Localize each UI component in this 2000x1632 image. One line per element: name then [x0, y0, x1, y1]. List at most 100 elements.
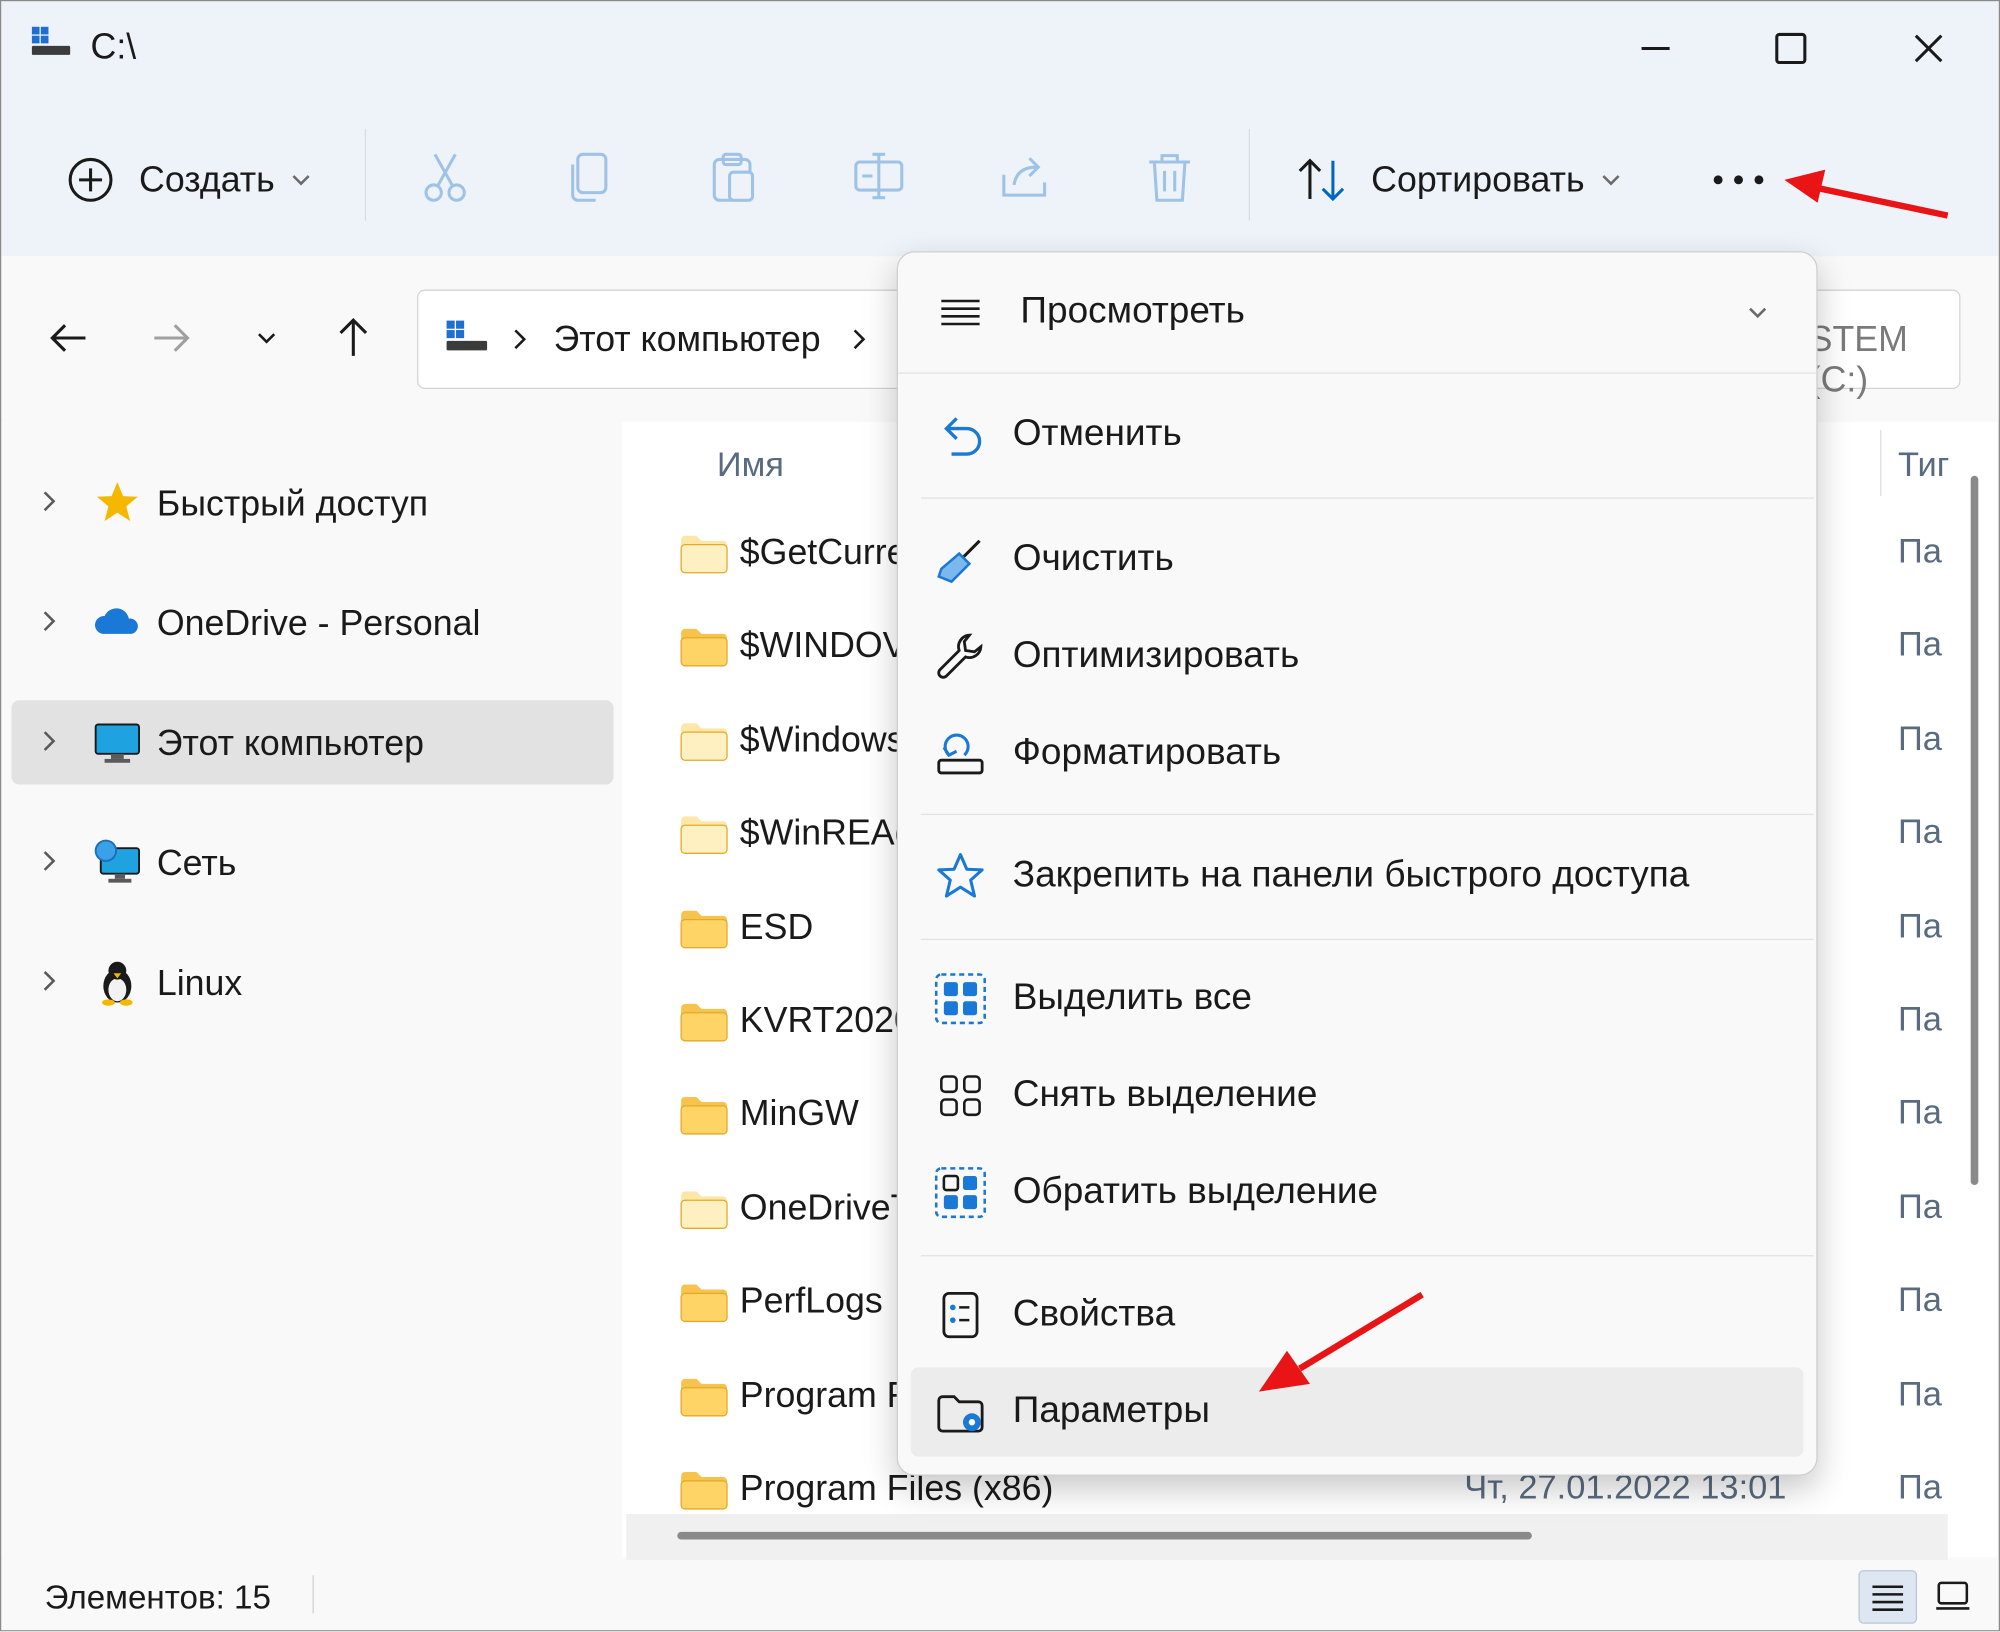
up-button[interactable]: [325, 310, 381, 366]
see-more-button[interactable]: [1705, 154, 1771, 205]
menu-divider: [920, 813, 1814, 816]
create-button[interactable]: Создать: [65, 149, 318, 210]
navigation-pane: Быстрый доступ OneDrive - Personal Этот …: [1, 422, 622, 1558]
copy-icon: [571, 152, 608, 202]
menu-item-optimize[interactable]: Оптимизировать: [911, 612, 1804, 701]
file-name: ESD: [739, 906, 814, 946]
minimize-icon: [1641, 46, 1670, 50]
folder-icon: [680, 1284, 728, 1323]
tiles-view-button[interactable]: [1925, 1570, 1981, 1621]
menu-item-undo[interactable]: Отменить: [911, 390, 1804, 479]
horizontal-scrollbar-thumb[interactable]: [677, 1531, 1532, 1540]
sort-button[interactable]: Сортировать: [1295, 149, 1628, 210]
network-icon: [94, 839, 140, 883]
sort-icon: [1298, 158, 1345, 202]
menu-item-invert-selection[interactable]: Обратить выделение: [911, 1148, 1804, 1237]
breadcrumb-drive[interactable]: STEM (C:): [1809, 319, 1960, 401]
horizontal-scrollbar[interactable]: [626, 1514, 1948, 1560]
sidebar-item-quick-access[interactable]: Быстрый доступ: [11, 460, 613, 544]
column-divider: [1880, 429, 1882, 497]
chevron-right-icon: [43, 491, 56, 512]
star-icon: [96, 482, 138, 522]
sidebar-item-label: Быстрый доступ: [156, 483, 429, 523]
menu-item-label: Свойства: [1012, 1293, 1176, 1335]
menu-item-properties[interactable]: Свойства: [911, 1270, 1804, 1359]
undo-icon: [944, 417, 982, 456]
forward-button[interactable]: [144, 310, 200, 366]
rename-icon: [854, 152, 904, 200]
folder-options-icon: [937, 1395, 984, 1433]
copy-button[interactable]: [562, 149, 618, 205]
menu-item-select-none[interactable]: Снять выделение: [911, 1051, 1804, 1140]
delete-button[interactable]: [1142, 149, 1198, 205]
folder-icon: [680, 1003, 728, 1042]
tiles-view-icon: [1936, 1581, 1970, 1610]
cut-button[interactable]: [417, 149, 473, 205]
menu-item-cleanup[interactable]: Очистить: [911, 515, 1804, 604]
cloud-icon: [95, 608, 138, 634]
chevron-down-icon: [1749, 307, 1767, 319]
vertical-scrollbar-thumb[interactable]: [1970, 475, 1979, 1185]
sidebar-item-network[interactable]: Сеть: [11, 820, 613, 904]
add-circle-icon: [68, 157, 113, 202]
file-type: Па: [1897, 1468, 1942, 1507]
sidebar-item-onedrive[interactable]: OneDrive - Personal: [11, 580, 613, 664]
minimize-button[interactable]: [1626, 19, 1685, 78]
toolbar-divider: [1248, 128, 1250, 221]
sidebar-item-label: Linux: [156, 963, 243, 1003]
breadcrumb-this-pc[interactable]: Этот компьютер: [554, 319, 821, 360]
file-type: Па: [1897, 812, 1942, 852]
arrow-right-icon: [154, 324, 190, 352]
rename-button[interactable]: [851, 149, 907, 205]
file-type: Па: [1897, 531, 1942, 571]
folder-icon: [680, 1097, 728, 1136]
details-view-icon: [1872, 1585, 1904, 1611]
menu-item-format[interactable]: Форматировать: [911, 709, 1804, 798]
menu-item-select-all[interactable]: Выделить все: [911, 954, 1804, 1043]
broom-icon: [937, 539, 981, 584]
screenshot-stage: C:\ Создать Сортировать Этот компьютер S…: [0, 0, 2000, 1632]
back-button[interactable]: [40, 310, 96, 366]
file-name: OneDriveT: [739, 1187, 913, 1227]
properties-icon: [942, 1291, 979, 1339]
recent-locations-button[interactable]: [239, 310, 295, 366]
file-name: $Windows: [739, 719, 905, 759]
paste-button[interactable]: [707, 149, 763, 205]
maximize-button[interactable]: [1761, 19, 1820, 78]
format-drive-icon: [937, 733, 984, 775]
menu-divider: [920, 938, 1814, 941]
folder-icon: [680, 816, 728, 855]
select-none-icon: [940, 1075, 981, 1117]
menu-item-label: Обратить выделение: [1012, 1170, 1379, 1212]
details-view-button[interactable]: [1858, 1570, 1918, 1624]
file-type: Па: [1897, 719, 1942, 758]
folder-icon: [680, 1471, 728, 1510]
sidebar-item-this-pc[interactable]: Этот компьютер: [11, 700, 614, 785]
chevron-right-icon: [43, 851, 56, 871]
delete-icon: [1149, 154, 1191, 202]
select-all-icon: [934, 973, 986, 1025]
menu-item-label: Форматировать: [1012, 732, 1282, 773]
share-icon: [1002, 157, 1047, 197]
menu-divider: [920, 1255, 1814, 1257]
chevron-right-icon: [514, 329, 527, 350]
paste-icon: [712, 152, 755, 202]
menu-item-label: Просмотреть: [1020, 290, 1245, 332]
menu-item-label: Отменить: [1012, 413, 1182, 455]
close-icon: [1914, 34, 1943, 63]
file-type: Па: [1897, 1093, 1942, 1132]
file-type: Па: [1897, 906, 1942, 945]
chevron-right-icon: [43, 731, 56, 751]
menu-item-pin-quick-access[interactable]: Закрепить на панели быстрого доступа: [911, 832, 1804, 921]
sidebar-item-label: OneDrive - Personal: [156, 603, 481, 643]
close-button[interactable]: [1899, 19, 1958, 78]
sidebar-item-linux[interactable]: Linux: [11, 940, 613, 1024]
column-header-name[interactable]: Имя: [717, 445, 784, 485]
menu-item-options[interactable]: Параметры: [910, 1367, 1804, 1457]
chevron-right-icon: [43, 971, 56, 991]
menu-item-label: Очистить: [1012, 538, 1174, 580]
share-button[interactable]: [996, 149, 1052, 205]
column-header-type[interactable]: Тиг: [1898, 445, 1949, 485]
menu-item-label: Снять выделение: [1012, 1073, 1318, 1115]
menu-item-view[interactable]: Просмотреть: [911, 268, 1804, 357]
